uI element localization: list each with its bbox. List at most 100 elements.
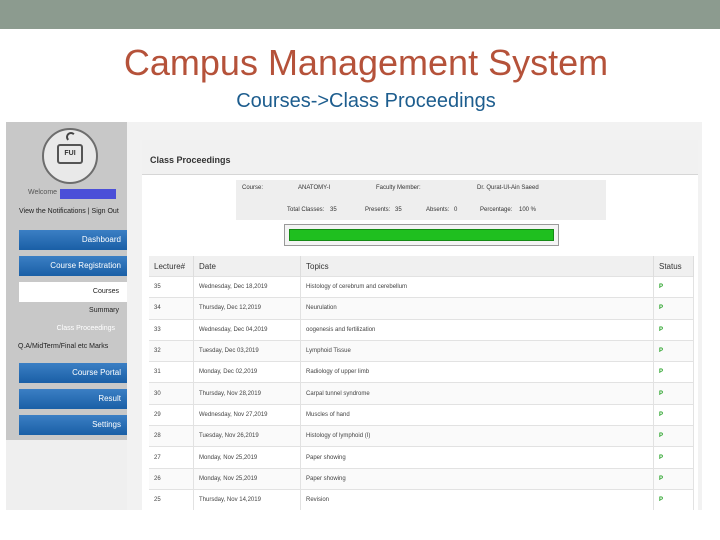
main-content: Class Proceedings Course: ANATOMY-I Facu… — [142, 140, 698, 510]
percentage-value: 100 % — [519, 207, 537, 213]
attendance-progress-fill — [289, 229, 554, 241]
table-row: 26 Monday, Nov 25,2019 Paper showing P — [149, 467, 694, 490]
lecture-cell: 34 — [149, 297, 194, 320]
status-cell: P — [653, 382, 694, 405]
table-row: 32 Tuesday, Dec 03,2019 Lymphoid Tissue P — [149, 339, 694, 362]
welcome-label: Welcome — [28, 189, 58, 196]
nav-course-portal[interactable]: Course Portal — [19, 363, 127, 383]
page-title: Class Proceedings — [150, 155, 231, 165]
topic-cell: Paper showing — [300, 446, 654, 469]
date-cell: Tuesday, Nov 26,2019 — [193, 425, 301, 447]
table-row: 31 Monday, Dec 02,2019 Radiology of upper … — [149, 361, 694, 383]
link-separator: | — [87, 208, 90, 215]
lecture-cell: 30 — [149, 382, 194, 405]
lecture-cell: 29 — [149, 403, 194, 426]
main-header: Class Proceedings — [142, 140, 698, 175]
nav-dashboard[interactable]: Dashboard — [19, 230, 127, 250]
lecture-cell: 32 — [149, 339, 194, 362]
table-row: 29 Wednesday, Nov 27,2019 Muscles of hand P — [149, 403, 694, 426]
lecture-cell: 35 — [149, 275, 194, 298]
lecture-cell: 27 — [149, 446, 194, 469]
topic-cell: Neurulation — [300, 297, 654, 320]
sidebar: FUI Welcome View the Notifications | Sig… — [6, 122, 127, 440]
date-cell: Thursday, Nov 28,2019 — [193, 382, 301, 405]
account-links: View the Notifications | Sign Out — [19, 208, 119, 215]
proceedings-table: Lecture# Date Topics Status 35 Wednesday,… — [149, 256, 694, 510]
presents-value: 35 — [395, 207, 402, 213]
topic-cell: Lymphoid Tissue — [300, 339, 654, 362]
table-header-row: Lecture# Date Topics Status — [149, 256, 694, 277]
subitem-class-proceedings[interactable]: Class Proceedings — [19, 325, 127, 332]
date-cell: Wednesday, Dec 04,2019 — [193, 318, 301, 341]
slide-title: Campus Management System — [123, 42, 609, 83]
topic-cell: Revision — [300, 488, 654, 510]
table-row: 25 Thursday, Nov 14,2019 Revision P — [149, 488, 694, 510]
col-date[interactable]: Date — [193, 256, 301, 277]
nav-result[interactable]: Result — [19, 389, 127, 409]
status-cell: P — [653, 467, 694, 490]
course-value: ANATOMY-I — [298, 185, 331, 191]
nav-course-registration[interactable]: Course Registration — [19, 256, 127, 276]
notifications-link[interactable]: View the Notifications — [19, 208, 86, 215]
col-status[interactable]: Status — [653, 256, 694, 277]
table-row: 34 Thursday, Dec 12,2019 Neurulation P — [149, 297, 694, 320]
status-cell: P — [653, 488, 694, 510]
total-classes-value: 35 — [330, 207, 337, 213]
faculty-value: Dr. Qurat-Ul-Ain Saeed — [477, 185, 539, 191]
table-row: 35 Wednesday, Dec 18,2019 Histology of cer… — [149, 275, 694, 298]
table-row: 27 Monday, Nov 25,2019 Paper showing P — [149, 446, 694, 469]
status-cell: P — [653, 297, 694, 320]
date-cell: Tuesday, Dec 03,2019 — [193, 339, 301, 362]
status-cell: P — [653, 339, 694, 362]
topic-cell: Paper showing — [300, 467, 654, 490]
table-row: 30 Thursday, Nov 28,2019 Carpal tunnel syn… — [149, 382, 694, 405]
status-cell: P — [653, 275, 694, 298]
date-cell: Monday, Dec 02,2019 — [193, 361, 301, 383]
lecture-cell: 33 — [149, 318, 194, 341]
date-cell: Monday, Nov 25,2019 — [193, 467, 301, 490]
top-accent-bar — [0, 0, 720, 29]
sidebar-footer-area — [6, 440, 127, 510]
course-label: Course: — [242, 185, 264, 191]
presents-label: Presents: — [365, 207, 391, 213]
status-cell: P — [653, 361, 694, 383]
lecture-cell: 25 — [149, 488, 194, 510]
subitem-courses[interactable]: Courses — [19, 288, 127, 295]
status-cell: P — [653, 318, 694, 341]
course-info-box: Course: ANATOMY-I Faculty Member: Dr. Qu… — [236, 180, 606, 220]
topic-cell: Histology of cerebrum and cerebellum — [300, 275, 654, 298]
subitem-summary[interactable]: Summary — [19, 307, 127, 314]
welcome-username-redacted — [60, 189, 116, 199]
date-cell: Thursday, Dec 12,2019 — [193, 297, 301, 320]
table-row: 33 Wednesday, Dec 04,2019 oogenesis and fe… — [149, 318, 694, 341]
faculty-label: Faculty Member: — [376, 185, 421, 191]
university-logo: FUI — [42, 128, 98, 184]
topic-cell: oogenesis and fertilization — [300, 318, 654, 341]
percentage-label: Percentage: — [480, 207, 513, 213]
total-classes-label: Total Classes: — [287, 207, 325, 213]
absents-value: 0 — [454, 207, 458, 213]
date-cell: Thursday, Nov 14,2019 — [193, 488, 301, 510]
topic-cell: Carpal tunnel syndrome — [300, 382, 654, 405]
topic-cell: Histology of lymphoid (I) — [300, 425, 654, 447]
date-cell: Wednesday, Dec 18,2019 — [193, 275, 301, 298]
status-cell: P — [653, 425, 694, 447]
attendance-progress-bar — [284, 224, 559, 246]
signout-link[interactable]: Sign Out — [92, 208, 119, 215]
status-cell: P — [653, 403, 694, 426]
screenshot-panel: FUI Welcome View the Notifications | Sig… — [6, 122, 702, 510]
col-topics[interactable]: Topics — [300, 256, 654, 277]
lecture-cell: 28 — [149, 425, 194, 447]
topic-cell: Muscles of hand — [300, 403, 654, 426]
date-cell: Monday, Nov 25,2019 — [193, 446, 301, 469]
slide-subtitle: Courses->Class Proceedings — [236, 90, 496, 112]
date-cell: Wednesday, Nov 27,2019 — [193, 403, 301, 426]
topic-cell: Radiology of upper limb — [300, 361, 654, 383]
crescent-icon — [66, 132, 76, 142]
lecture-cell: 31 — [149, 361, 194, 383]
table-row: 28 Tuesday, Nov 26,2019 Histology of lymph… — [149, 425, 694, 447]
col-lecture[interactable]: Lecture# — [149, 256, 194, 277]
nav-settings[interactable]: Settings — [19, 415, 127, 435]
subitem-marks[interactable]: Q.A/MidTerm/Final etc Marks — [6, 343, 127, 350]
logo-book-icon: FUI — [57, 144, 83, 164]
